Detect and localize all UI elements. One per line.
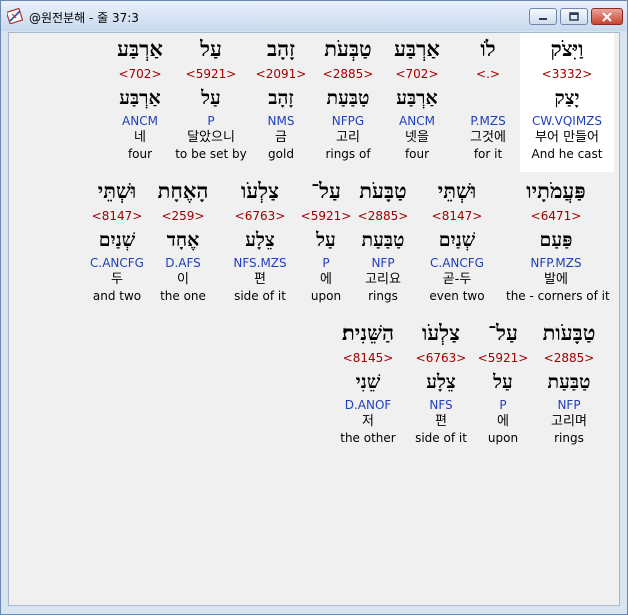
morph-code: D.ANOF [344,398,392,412]
title-bar[interactable]: @원전분해 - 줄 37:3 [1,1,627,31]
interlinear-view[interactable]: וַיִּצֹק <3332> יָצַק CW.VQIMZS 부어 만들어 And he… [8,32,620,606]
book-pen-icon [7,8,23,24]
hebrew-word: הַשֵּׁנִית׃ [341,320,395,345]
korean-gloss: 저 [362,414,374,429]
strong-number: <8147> [91,209,143,223]
close-button[interactable] [591,8,623,25]
word-cell[interactable]: הַשֵּׁנִית׃ <8145> שֵׁנִי D.ANOF 저 the other [318,317,418,446]
close-icon [602,11,612,22]
english-gloss: the - corners of it [506,289,610,303]
korean-gloss: 두 [111,272,123,287]
morph-code: ANCM [122,114,158,128]
hebrew-lemma: שֵׁנִי [355,371,381,393]
english-gloss: the other [340,431,396,445]
hebrew-word: וּשְׁתֵּי [97,178,137,203]
korean-gloss: 발에 [544,272,568,287]
english-gloss: four [127,147,153,161]
word-cell[interactable]: אַרְבַּע <702> אַרְבַּע ANCM 네 four [90,33,190,162]
minimize-icon [539,17,547,20]
hebrew-word: פַּעֲמֹתָיו [526,178,586,203]
strong-number: <702> [118,67,162,81]
maximize-button[interactable] [560,8,588,25]
morph-code: NFP.MZS [530,256,582,270]
minimize-button[interactable] [529,8,557,25]
app-window: @원전분해 - 줄 37:3 וַיִּצֹק <3332> יָצַק CW.VQI… [0,0,628,615]
hebrew-lemma: פַּעַם [539,229,573,251]
word-cell[interactable]: פַּעֲמֹתָיו <6471> פַּעַם NFP.MZS 발에 the - co… [506,175,610,304]
word-cell[interactable]: וּשְׁתֵּי <8147> שְׁנַיִם C.ANCFG 두 and two [67,175,167,304]
korean-gloss: 네 [134,130,146,145]
strong-number: <6471> [530,209,582,223]
hebrew-lemma: שְׁנַיִם [98,229,136,251]
english-gloss: and two [92,289,142,303]
hebrew-word: אַרְבַּע [117,36,163,61]
window-title: @원전분해 - 줄 37:3 [29,11,139,25]
strong-number: <8145> [342,351,394,365]
morph-code: C.ANCFG [90,256,144,270]
hebrew-lemma: אַרְבַּע [119,87,161,109]
maximize-icon [569,11,579,21]
